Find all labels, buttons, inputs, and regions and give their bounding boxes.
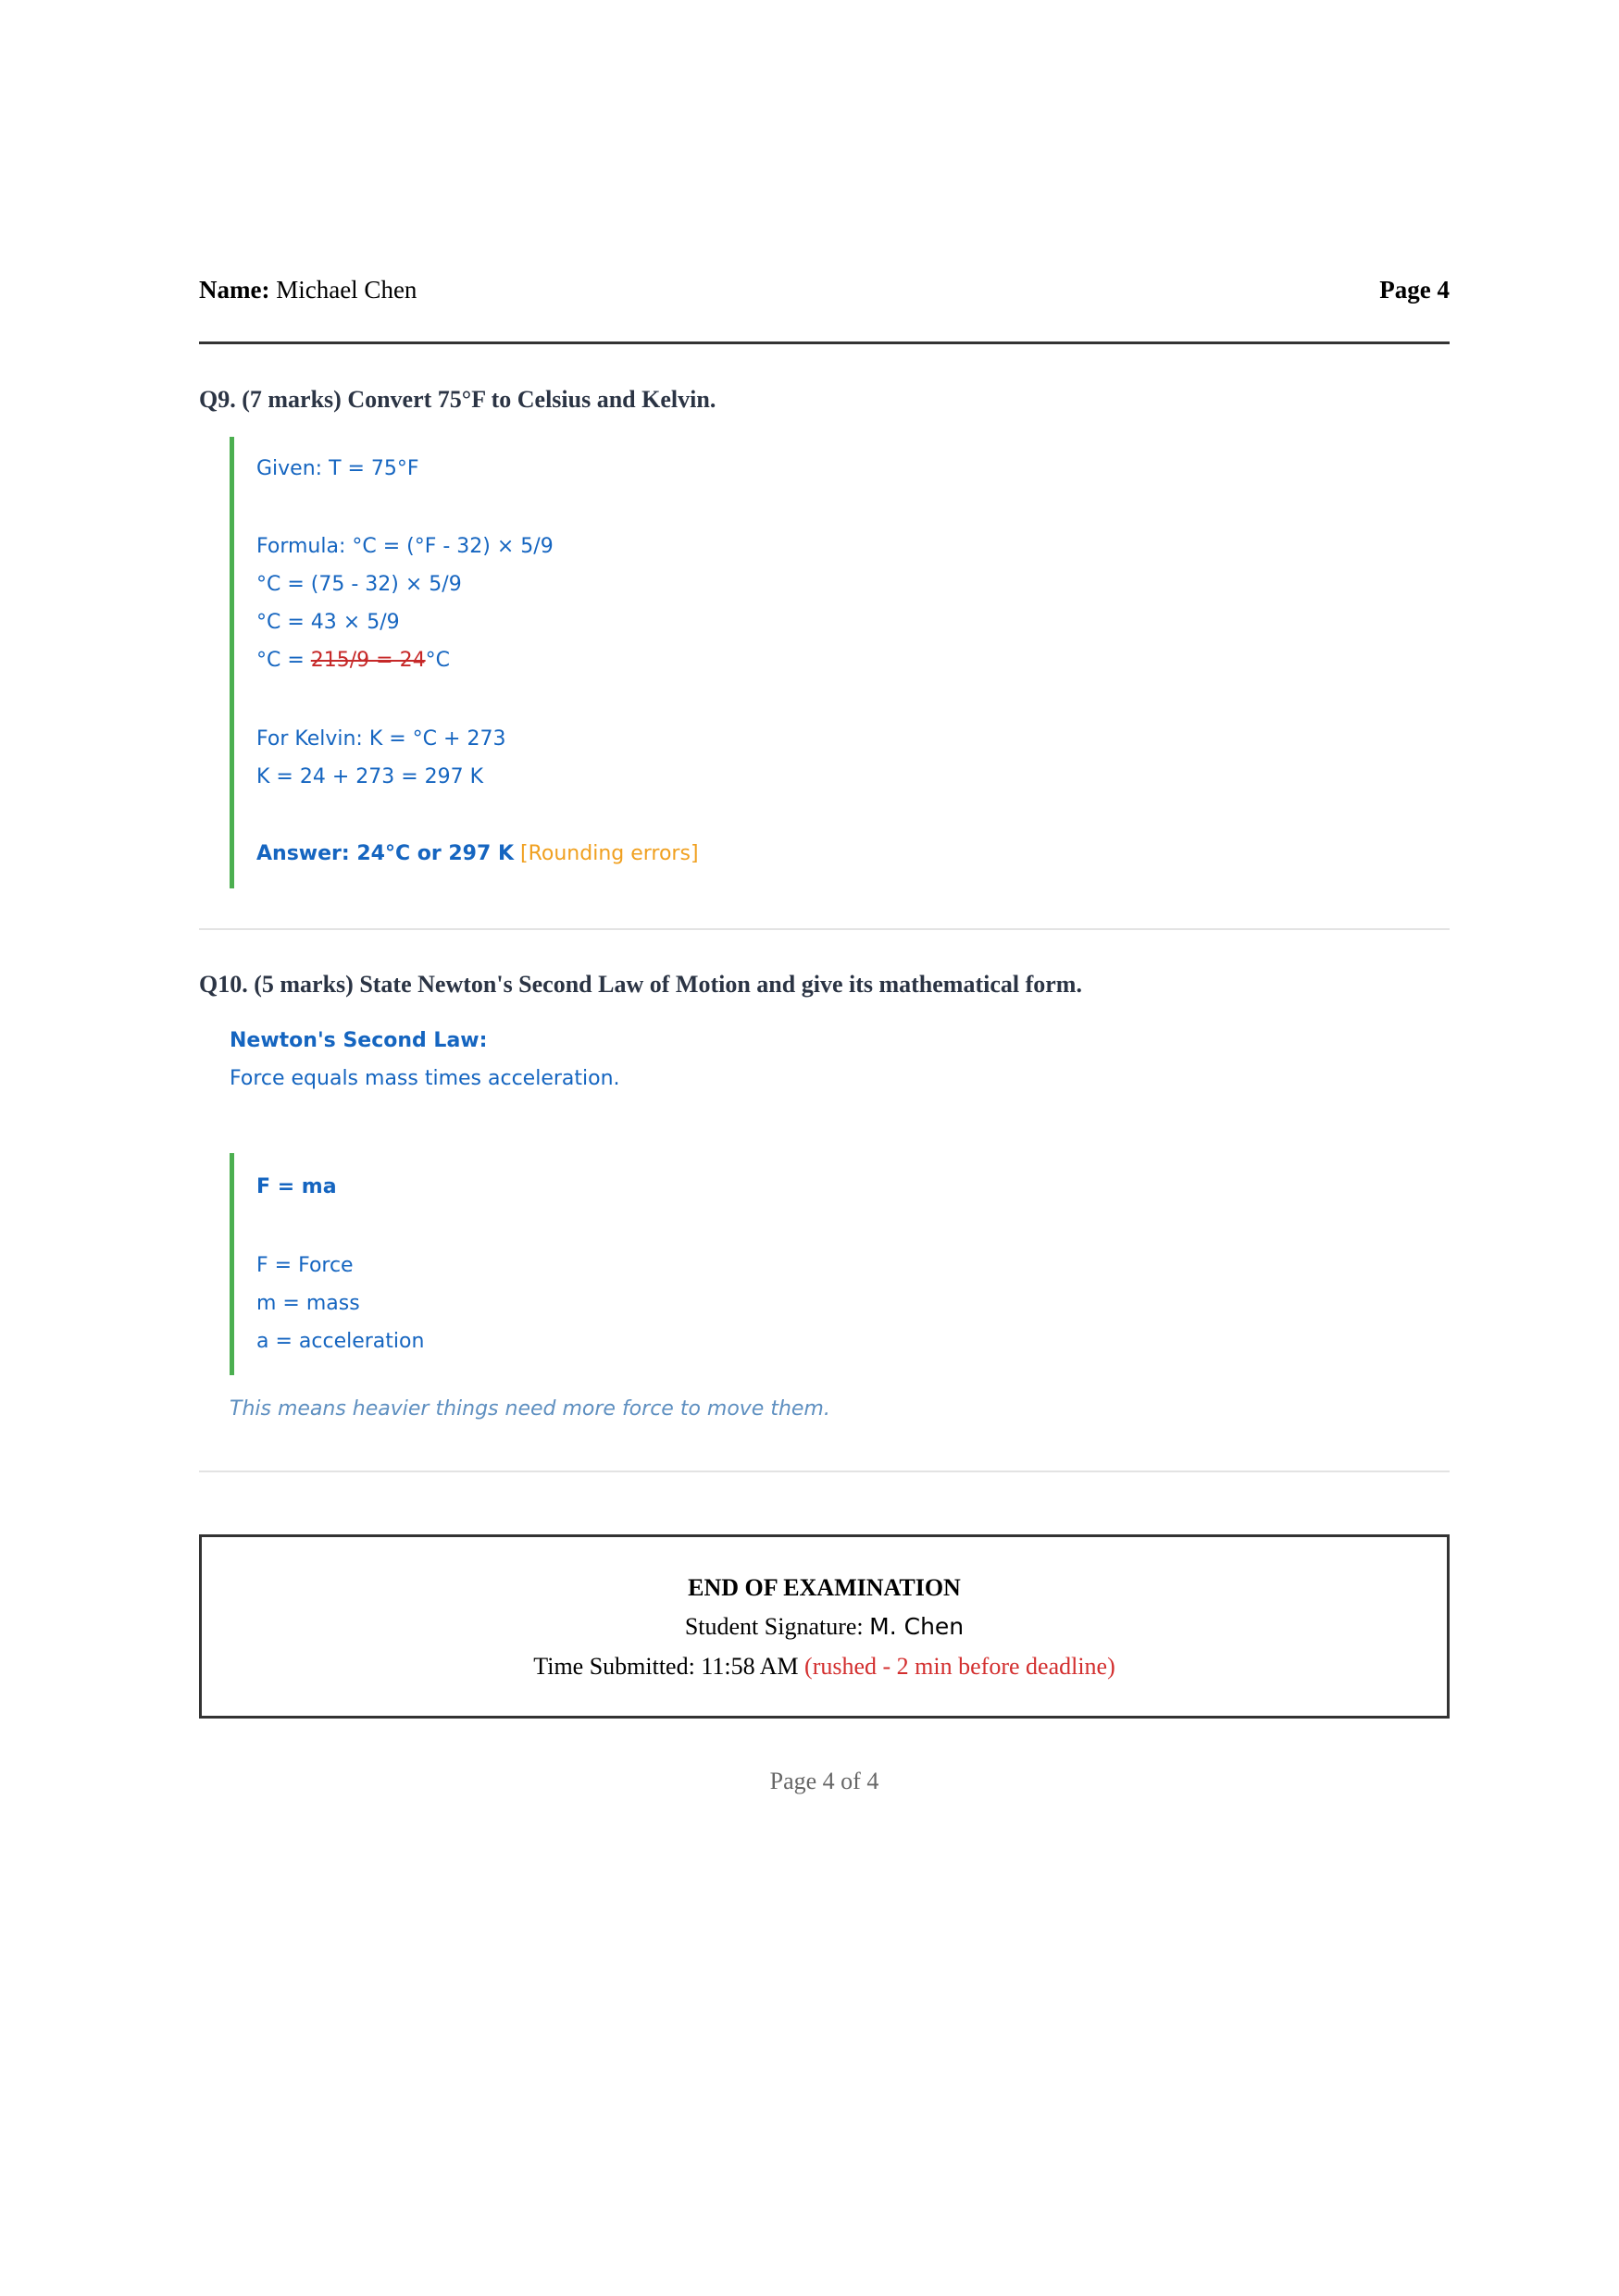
signature-label: Student Signature:: [684, 1613, 870, 1640]
q9-struck-out-work: 215/9 = 24: [310, 649, 426, 672]
time-label: Time Submitted: 11:58 AM: [533, 1653, 805, 1680]
q9-step-3: °C = 215/9 = 24°C: [256, 649, 450, 672]
q10-law-title: Newton's Second Law:: [230, 1029, 488, 1052]
end-of-exam-box: END OF EXAMINATION Student Signature: M.…: [199, 1534, 1450, 1719]
q9-given: Given: T = 75°F: [256, 457, 419, 480]
question-10-text: Q10. (5 marks) State Newton's Second Law…: [199, 971, 1082, 998]
q9-step-3-suffix: °C: [425, 649, 450, 672]
q10-def-force: F = Force: [256, 1254, 354, 1277]
signature-line: Student Signature: M. Chen: [202, 1613, 1447, 1641]
q10-note: This means heavier things need more forc…: [230, 1397, 830, 1421]
q10-def-mass: m = mass: [256, 1292, 360, 1315]
q9-step-2: °C = 43 × 5/9: [256, 611, 400, 634]
q9-grader-note: [Rounding errors]: [520, 842, 699, 865]
q9-answer-line: Answer: 24°C or 297 K [Rounding errors]: [256, 842, 699, 865]
page-footer: Page 4 of 4: [769, 1768, 879, 1794]
section-divider: [199, 928, 1450, 930]
name-value: Michael Chen: [276, 276, 417, 304]
end-title: END OF EXAMINATION: [688, 1574, 961, 1601]
q9-step-1: °C = (75 - 32) × 5/9: [256, 573, 462, 596]
time-submitted-line: Time Submitted: 11:58 AM (rushed - 2 min…: [202, 1653, 1447, 1681]
question-10-answer-block: F = ma F = Force m = mass a = accelerati…: [230, 1153, 424, 1375]
q9-step-3-prefix: °C =: [256, 649, 311, 672]
question-9-answer-block: Given: T = 75°F Formula: °C = (°F - 32) …: [230, 437, 699, 888]
q9-kelvin-formula: For Kelvin: K = °C + 273: [256, 727, 506, 751]
q9-formula: Formula: °C = (°F - 32) × 5/9: [256, 535, 554, 558]
header-divider: [199, 341, 1450, 344]
name-label: Name:: [199, 276, 270, 304]
student-signature: M. Chen: [869, 1613, 965, 1640]
q9-final-answer: Answer: 24°C or 297 K: [256, 842, 515, 865]
q10-equation: F = ma: [256, 1175, 337, 1198]
time-note: (rushed - 2 min before deadline): [804, 1653, 1115, 1680]
q10-def-acceleration: a = acceleration: [256, 1330, 425, 1353]
page-header: Name: Michael Chen Page 4: [199, 276, 1450, 309]
student-name: Name: Michael Chen: [199, 276, 417, 304]
section-divider: [199, 1471, 1450, 1472]
page-number-label: Page 4: [1379, 276, 1450, 304]
q9-kelvin-calc: K = 24 + 273 = 297 K: [256, 765, 484, 788]
question-9-text: Q9. (7 marks) Convert 75°F to Celsius an…: [199, 386, 716, 413]
q10-law-text: Force equals mass times acceleration.: [230, 1067, 620, 1090]
